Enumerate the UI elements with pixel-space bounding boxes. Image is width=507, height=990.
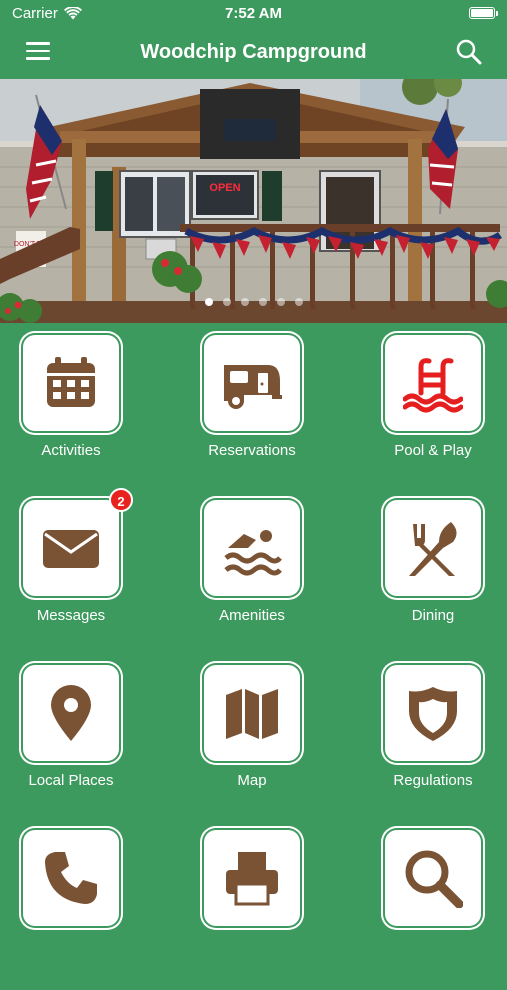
tile-icon-box <box>204 830 300 926</box>
tile-pool-play[interactable]: Pool & Play <box>363 335 503 495</box>
tile-phone[interactable] <box>1 830 141 990</box>
magnifier-icon <box>405 850 463 908</box>
printer-icon <box>226 852 278 906</box>
tile-icon-box <box>385 335 481 431</box>
tile-regulations[interactable]: Regulations <box>363 665 503 825</box>
folded-map-icon <box>226 689 278 739</box>
hero-carousel[interactable]: OPEN DON'T THI <box>0 79 507 323</box>
carousel-dot[interactable] <box>258 298 267 306</box>
tile-icon-box <box>23 335 119 431</box>
unread-count-badge: 2 <box>109 488 133 512</box>
carousel-dot[interactable] <box>276 298 285 306</box>
tile-printer[interactable] <box>182 830 322 990</box>
tile-label: Map <box>237 772 267 789</box>
campground-store-photo: OPEN DON'T THI <box>0 79 507 323</box>
tile-icon-box <box>23 665 119 761</box>
tile-icon-box <box>204 665 300 761</box>
envelope-icon <box>43 530 99 568</box>
tile-icon-box <box>204 335 300 431</box>
phone-icon <box>45 852 97 904</box>
tile-icon-box <box>23 500 119 596</box>
tile-magnifier[interactable] <box>363 830 503 990</box>
page-title: Woodchip Campground <box>140 41 367 63</box>
carousel-dot[interactable] <box>204 298 213 306</box>
tile-icon-box <box>385 500 481 596</box>
tile-label: Reservations <box>208 442 296 459</box>
navigation-bar: Woodchip Campground <box>0 28 507 78</box>
tile-label: Pool & Play <box>394 442 472 459</box>
tile-activities[interactable]: Activities <box>1 335 141 495</box>
clock: 7:52 AM <box>225 5 282 22</box>
map-pin-icon <box>51 685 91 741</box>
tile-label: Local Places <box>28 772 114 789</box>
utensils-icon <box>409 522 457 576</box>
open-sign: OPEN <box>209 182 240 194</box>
tile-icon-box <box>385 830 481 926</box>
tile-dining[interactable]: Dining <box>363 500 503 660</box>
swimmer-icon <box>224 530 282 576</box>
tile-amenities[interactable]: Amenities <box>182 500 322 660</box>
search-icon[interactable] <box>455 38 483 66</box>
camper-trailer-icon <box>224 365 282 409</box>
tile-messages[interactable]: Messages 2 <box>1 488 141 660</box>
carousel-dot[interactable] <box>294 298 303 306</box>
shield-icon <box>409 687 457 741</box>
tile-label: Amenities <box>219 607 285 624</box>
carousel-page-indicator <box>0 298 507 306</box>
tile-map[interactable]: Map <box>182 665 322 825</box>
tile-local-places[interactable]: Local Places <box>1 665 141 825</box>
calendar-icon <box>47 357 95 407</box>
tile-icon-box <box>385 665 481 761</box>
tile-label: Dining <box>411 607 455 624</box>
carousel-dot[interactable] <box>240 298 249 306</box>
tile-icon-box <box>204 500 300 596</box>
status-bar: Carrier 7:52 AM <box>0 0 507 28</box>
tile-label: Activities <box>41 442 101 459</box>
tile-label: Messages <box>36 607 106 624</box>
tile-reservations[interactable]: Reservations <box>182 335 322 495</box>
battery-icon <box>469 7 495 19</box>
tile-icon-box <box>23 830 119 926</box>
tile-label: Regulations <box>393 772 473 789</box>
carousel-dot[interactable] <box>222 298 231 306</box>
battery-tip <box>496 11 498 16</box>
pool-icon <box>403 358 463 413</box>
